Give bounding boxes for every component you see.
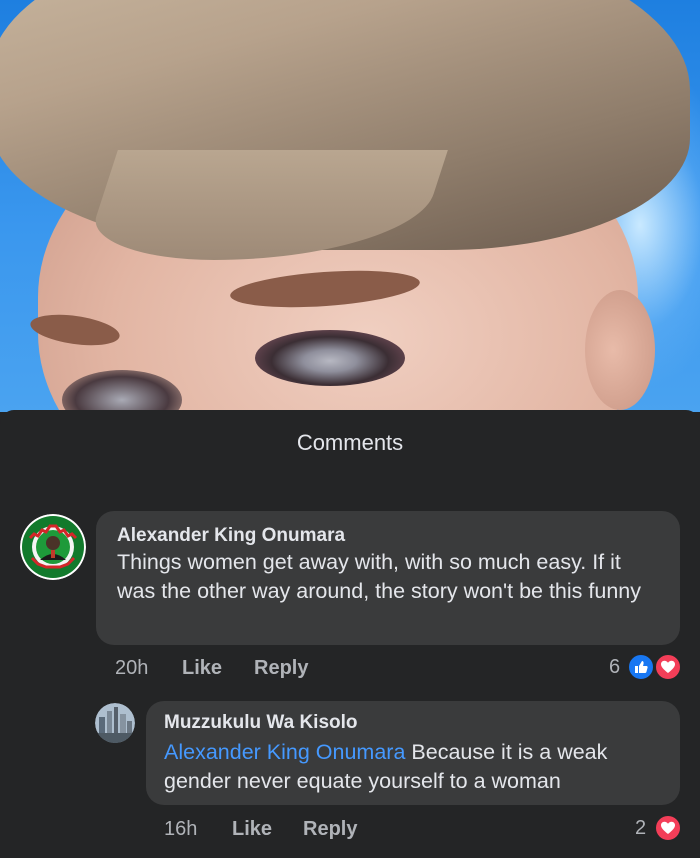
love-icon: [654, 653, 682, 681]
avatar[interactable]: [95, 703, 135, 743]
comment-timestamp[interactable]: 20h: [115, 657, 148, 680]
comment-text: Alexander King Onumara Because it is a w…: [164, 738, 664, 796]
like-icon: [627, 653, 655, 681]
sheet-title: Comments: [296, 430, 404, 455]
reply-button[interactable]: Reply: [303, 818, 357, 841]
like-button[interactable]: Like: [232, 818, 272, 841]
comment-author[interactable]: Alexander King Onumara: [117, 525, 345, 547]
video-frame[interactable]: [0, 0, 700, 412]
eye: [255, 330, 405, 386]
reaction-count[interactable]: 2: [635, 817, 646, 840]
ear: [585, 290, 655, 410]
comment-author[interactable]: Muzzukulu Wa Kisolo: [164, 712, 358, 734]
reply-button[interactable]: Reply: [254, 657, 308, 680]
like-button[interactable]: Like: [182, 657, 222, 680]
comment-text: Things women get away with, with so much…: [117, 550, 641, 603]
mention-link[interactable]: Alexander King Onumara: [164, 740, 405, 764]
love-icon: [654, 814, 682, 842]
reaction-count[interactable]: 6: [609, 656, 620, 679]
avatar[interactable]: [20, 514, 86, 580]
comment-timestamp[interactable]: 16h: [164, 818, 197, 841]
